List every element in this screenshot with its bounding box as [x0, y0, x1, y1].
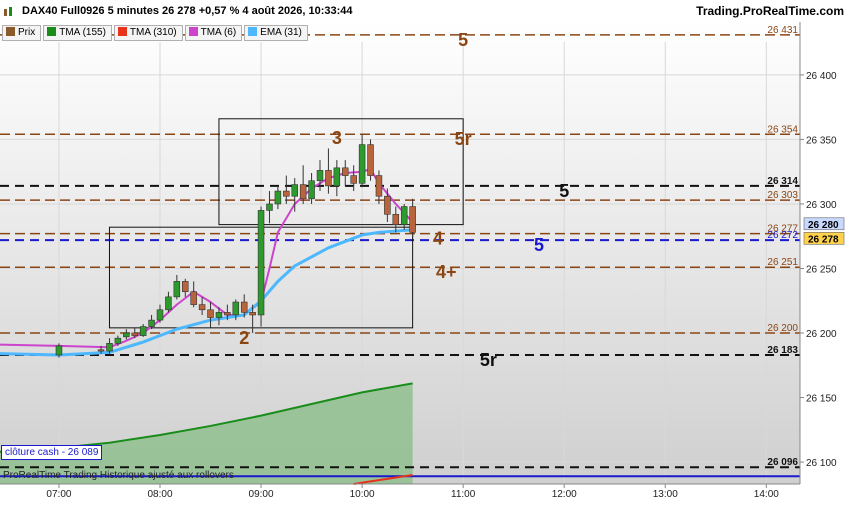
- wave-label: 5r: [480, 350, 497, 370]
- y-tick-label: 26 200: [806, 329, 837, 340]
- chart-header: DAX40 Full0926 5 minutes 26 278 +0,57 % …: [0, 0, 850, 22]
- y-tick-label: 26 250: [806, 264, 837, 275]
- candle-body: [367, 144, 374, 176]
- candle-body: [392, 213, 400, 225]
- cash-close-label: clôture cash - 26 089: [1, 445, 103, 460]
- candle-body: [400, 206, 408, 225]
- candle-body: [97, 349, 105, 352]
- brand-link[interactable]: Trading.ProRealTime.com: [696, 4, 844, 18]
- y-tick-label: 26 100: [806, 458, 837, 469]
- level-label: 26 314: [767, 176, 798, 187]
- wave-label: 3: [332, 128, 342, 148]
- candle-body: [240, 301, 248, 313]
- legend: Prix TMA (155) TMA (310) TMA (6) EMA (31): [0, 22, 800, 41]
- footer-note: ProRealTime Trading Historique ajusté au…: [3, 470, 234, 481]
- candle-body: [384, 195, 391, 215]
- candle-body: [342, 167, 349, 176]
- candle-body: [55, 345, 63, 356]
- color-swatch-icon: [117, 27, 127, 36]
- level-label: 26 303: [767, 190, 798, 201]
- x-tick-label: 14:00: [754, 489, 779, 500]
- candle-body: [257, 210, 265, 316]
- candle-body: [249, 312, 256, 316]
- chart-svg: 26 43126 35426 31426 30326 27726 27226 2…: [0, 0, 850, 500]
- price-tag-label: 26 278: [808, 234, 839, 245]
- candle-body: [232, 301, 240, 316]
- candle-body: [190, 291, 197, 305]
- candlestick-icon: [6, 27, 15, 36]
- candle-body: [207, 309, 214, 318]
- y-tick-label: 26 300: [806, 200, 837, 211]
- candle-body: [266, 203, 273, 211]
- color-swatch-icon: [47, 27, 57, 36]
- legend-item-label: Prix: [18, 27, 36, 38]
- x-tick-label: 09:00: [249, 489, 274, 500]
- candle-body: [182, 281, 189, 293]
- level-label: 26 354: [767, 124, 798, 135]
- candle-body: [283, 190, 290, 197]
- candle-body: [274, 190, 282, 205]
- candle-body: [325, 170, 332, 187]
- candle-body: [106, 343, 113, 352]
- candle-body: [358, 144, 366, 184]
- candle-body: [215, 312, 223, 318]
- legend-item[interactable]: TMA (6): [184, 25, 243, 41]
- legend-item-label: TMA (155): [59, 27, 106, 38]
- chart-container: 26 431 26 354 26 314 26 303 26 277 26 272 26 2…: [0, 0, 850, 500]
- candle-body: [156, 309, 164, 321]
- y-tick-label: 26 400: [806, 71, 837, 82]
- chart-title: DAX40 Full0926 5 minutes 26 278 +0,57 % …: [22, 5, 353, 17]
- candle-body: [299, 184, 307, 200]
- x-tick-label: 12:00: [552, 489, 577, 500]
- x-tick-label: 07:00: [46, 489, 71, 500]
- x-tick-label: 13:00: [653, 489, 678, 500]
- candle-body: [409, 206, 416, 233]
- candle-body: [316, 170, 324, 182]
- level-label: 26 096: [767, 457, 798, 468]
- legend-item[interactable]: EMA (31): [244, 25, 308, 41]
- y-tick-label: 26 150: [806, 394, 837, 405]
- x-tick-label: 08:00: [147, 489, 172, 500]
- legend-item[interactable]: TMA (155): [43, 25, 112, 41]
- candle-body: [131, 332, 138, 336]
- wave-label: 4+: [436, 262, 457, 282]
- x-tick-label: 10:00: [350, 489, 375, 500]
- wave-label: 5r: [455, 129, 472, 149]
- candle-body: [114, 337, 122, 344]
- level-label: 26 272: [767, 230, 798, 241]
- level-label: 26 200: [767, 323, 798, 334]
- legend-item[interactable]: TMA (310): [113, 25, 183, 41]
- candle-body: [173, 281, 181, 298]
- legend-item-label: TMA (310): [129, 27, 177, 38]
- x-tick-label: 11:00: [451, 489, 476, 500]
- wave-label: 4: [433, 229, 443, 249]
- candlestick-icon: [3, 5, 15, 17]
- color-swatch-icon: [248, 27, 258, 36]
- candle-body: [308, 180, 315, 200]
- legend-item[interactable]: Prix: [2, 25, 42, 41]
- wave-label: 2: [239, 328, 249, 348]
- candle-body: [333, 167, 341, 187]
- candle-body: [350, 175, 357, 184]
- candle-body: [123, 332, 130, 338]
- price-tag-label: 26 280: [808, 220, 839, 231]
- candle-body: [291, 184, 298, 197]
- y-tick-label: 26 350: [806, 135, 837, 146]
- candle-body: [198, 304, 206, 311]
- legend-item-label: TMA (6): [200, 27, 237, 38]
- cash-close-text: clôture cash - 26 089: [5, 447, 99, 458]
- legend-item-label: EMA (31): [260, 27, 302, 38]
- level-label: 26 251: [767, 257, 798, 268]
- candle-body: [375, 175, 383, 197]
- candle-body: [224, 312, 231, 316]
- candle-body: [165, 296, 172, 311]
- level-label: 26 183: [767, 345, 798, 356]
- candle-body: [148, 319, 155, 327]
- wave-label: 5: [559, 181, 569, 201]
- candle-body: [139, 326, 147, 336]
- wave-label: 5: [534, 235, 544, 255]
- color-swatch-icon: [188, 27, 198, 36]
